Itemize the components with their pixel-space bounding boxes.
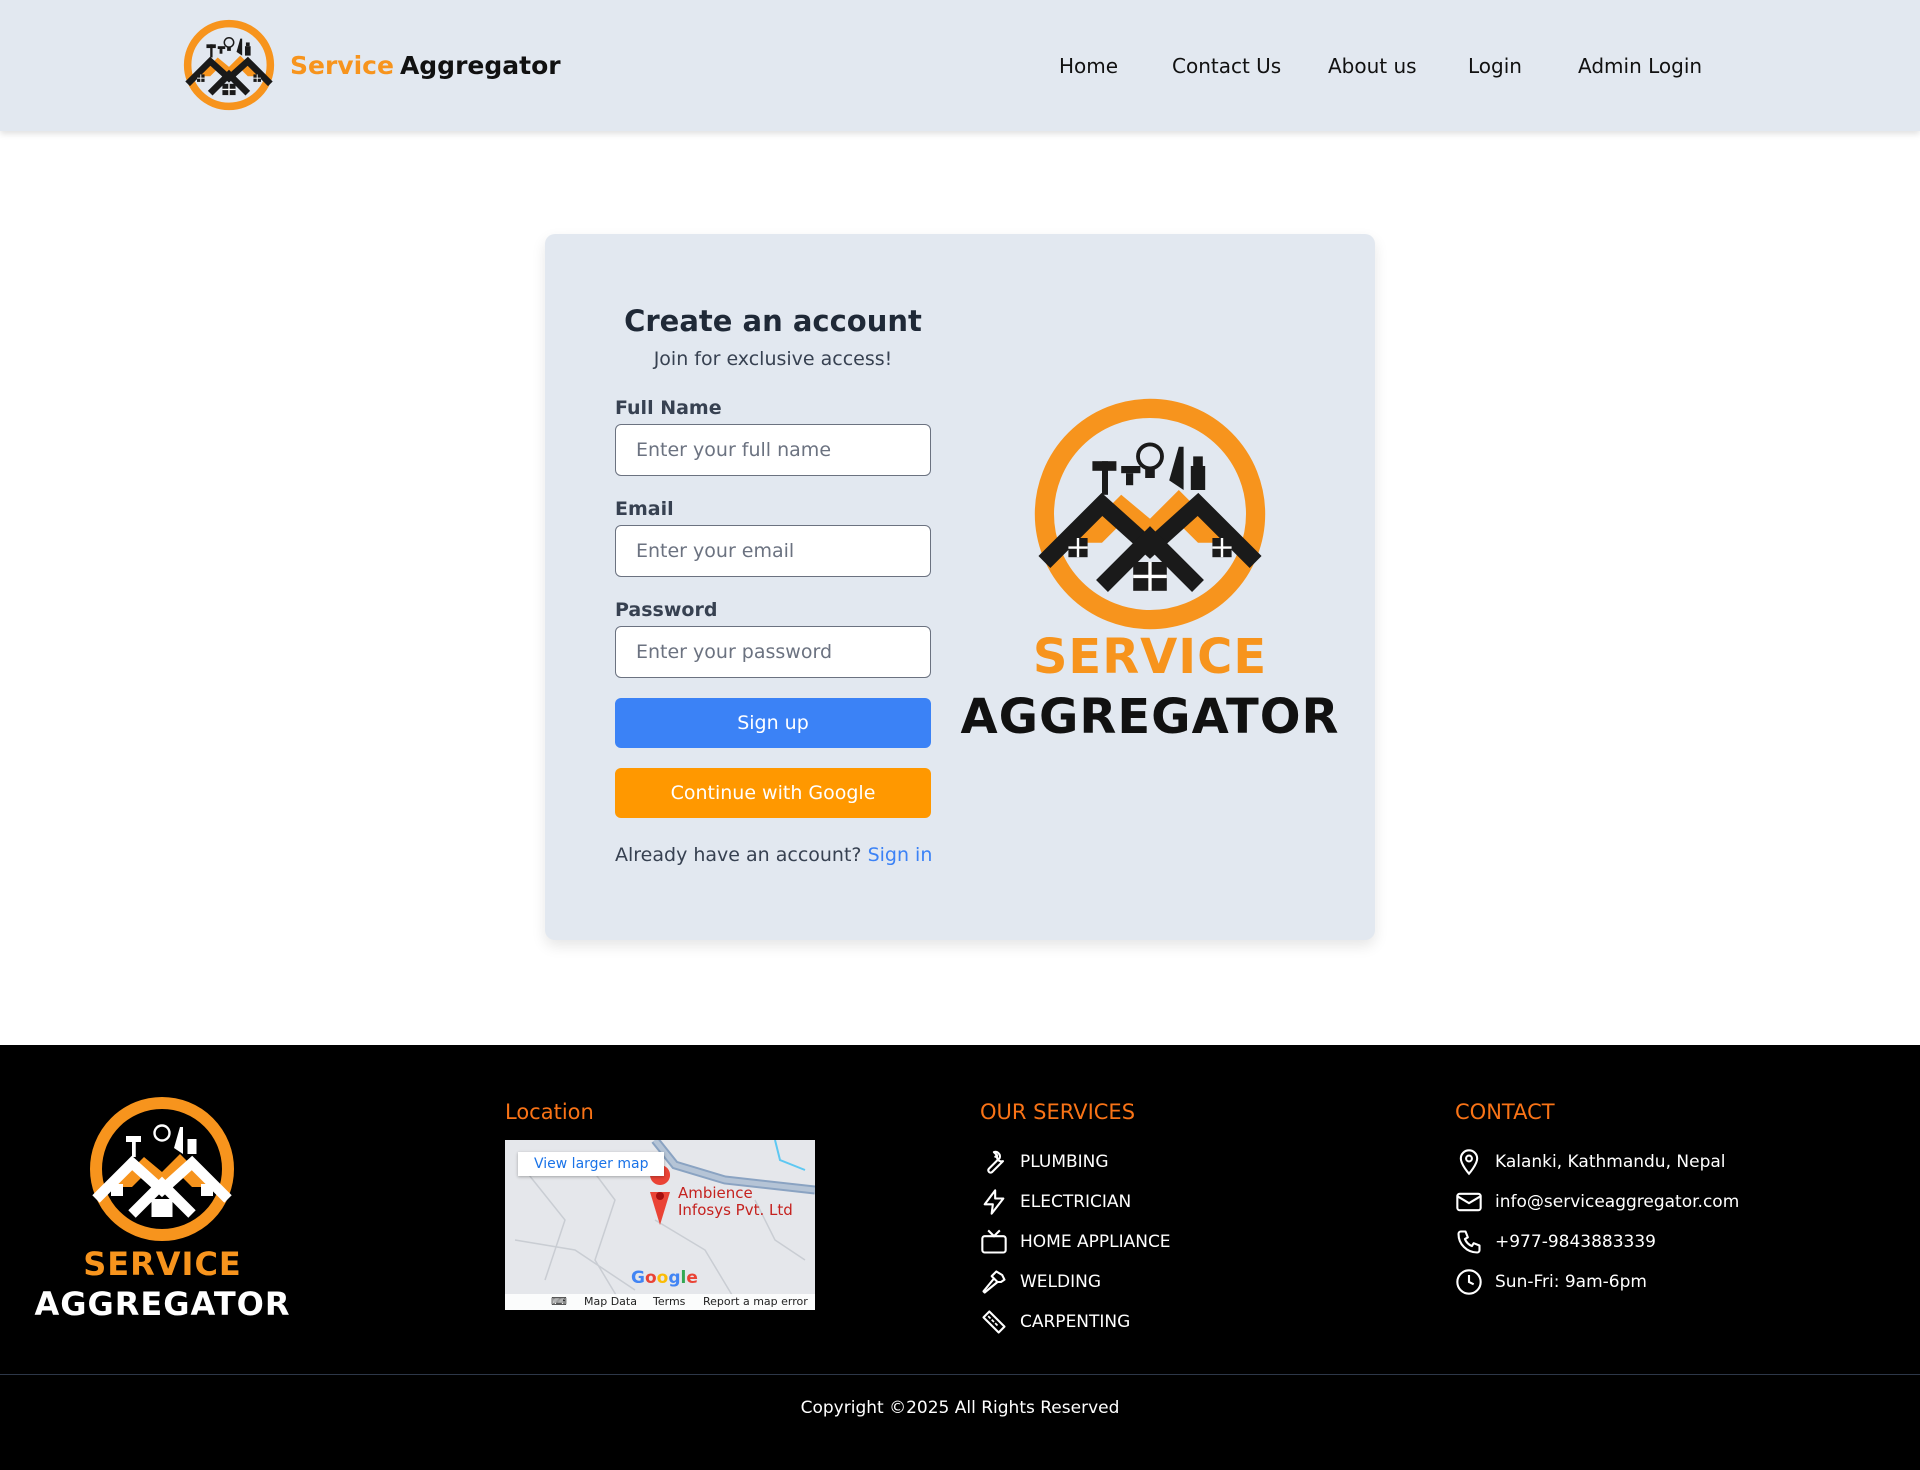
keyboard-icon[interactable]: ⌨ [551, 1295, 567, 1308]
tv-icon [981, 1229, 1007, 1254]
email-label: Email [615, 498, 674, 520]
map-data-link[interactable]: Map Data [584, 1295, 637, 1308]
service-aggregator-logo-icon [180, 18, 278, 112]
full-name-label: Full Name [615, 397, 722, 419]
footer-wordmark-service: SERVICE [83, 1245, 242, 1283]
footer-logo-icon [90, 1097, 234, 1241]
brand-name: Service Aggregator [290, 51, 561, 80]
form-title: Create an account [624, 304, 922, 338]
service-label: PLUMBING [1020, 1152, 1109, 1172]
service-label: ELECTRICIAN [1020, 1192, 1132, 1212]
already-have-account-text: Already have an account? [615, 844, 862, 866]
nav-admin-login[interactable]: Admin Login [1578, 54, 1702, 78]
clock-icon [1456, 1269, 1482, 1295]
wrench-icon [987, 1150, 1005, 1174]
services-heading: OUR SERVICES [980, 1100, 1136, 1124]
brand[interactable]: Service Aggregator [180, 18, 561, 112]
lightning-icon [983, 1189, 1005, 1215]
full-name-input[interactable] [615, 424, 931, 476]
logo-wordmark-service: SERVICE [1032, 629, 1268, 685]
map-place-line1: Ambience [678, 1184, 753, 1202]
contact-item: Kalanki, Kathmandu, Nepal [1455, 1142, 1739, 1182]
service-aggregator-logo-icon [1025, 394, 1275, 634]
nav-login[interactable]: Login [1468, 54, 1522, 78]
service-item[interactable]: PLUMBING [980, 1142, 1171, 1182]
contact-item[interactable]: +977-9843883339 [1455, 1222, 1739, 1262]
google-logo: Google [631, 1268, 698, 1288]
top-navbar: Service Aggregator Home Contact Us About … [0, 0, 1920, 131]
brand-name-part2: Aggregator [399, 50, 561, 80]
contact-hours: Sun-Fri: 9am-6pm [1495, 1272, 1647, 1292]
location-heading: Location [505, 1100, 594, 1124]
hammer-icon [982, 1270, 1006, 1294]
contact-email[interactable]: info@serviceaggregator.com [1495, 1192, 1739, 1212]
contact-address: Kalanki, Kathmandu, Nepal [1495, 1152, 1726, 1172]
email-input[interactable] [615, 525, 931, 577]
service-item[interactable]: CARPENTING [980, 1302, 1171, 1342]
phone-icon [1457, 1230, 1481, 1254]
location-map[interactable]: View larger map Ambience Infosys Pvt. Lt… [505, 1140, 815, 1310]
service-item[interactable]: HOME APPLIANCE [980, 1222, 1171, 1262]
nav-home[interactable]: Home [1059, 54, 1118, 78]
view-larger-map-link[interactable]: View larger map [518, 1152, 665, 1176]
sign-up-button[interactable]: Sign up [615, 698, 931, 748]
services-list: PLUMBING ELECTRICIAN HOME APPLIANCE WELD… [980, 1142, 1171, 1342]
copyright-text: Copyright ©2025 All Rights Reserved [800, 1398, 1120, 1418]
password-input[interactable] [615, 626, 931, 678]
service-item[interactable]: ELECTRICIAN [980, 1182, 1171, 1222]
nav-contact-us[interactable]: Contact Us [1172, 54, 1281, 78]
service-label: HOME APPLIANCE [1020, 1232, 1171, 1252]
form-subtitle: Join for exclusive access! [653, 348, 893, 370]
report-map-error-link[interactable]: Report a map error [703, 1295, 808, 1308]
continue-with-google-button[interactable]: Continue with Google [615, 768, 931, 818]
map-footer-bar: ⌨ Map Data Terms Report a map error [505, 1294, 815, 1310]
contact-item[interactable]: info@serviceaggregator.com [1455, 1182, 1739, 1222]
signup-form: Create an account Join for exclusive acc… [615, 304, 933, 866]
contact-list: Kalanki, Kathmandu, Nepal info@serviceag… [1455, 1142, 1739, 1302]
contact-phone[interactable]: +977-9843883339 [1495, 1232, 1656, 1252]
sign-in-link[interactable]: Sign in [868, 844, 933, 866]
map-terms-link[interactable]: Terms [653, 1295, 685, 1308]
signup-card: Create an account Join for exclusive acc… [545, 234, 1375, 940]
map-place-line2: Infosys Pvt. Ltd [678, 1201, 793, 1219]
contact-item: Sun-Fri: 9am-6pm [1455, 1262, 1739, 1302]
ruler-icon [982, 1310, 1006, 1334]
mail-icon [1456, 1192, 1482, 1212]
already-have-account: Already have an account? Sign in [615, 844, 933, 866]
service-item[interactable]: WELDING [980, 1262, 1171, 1302]
nav-about-us[interactable]: About us [1328, 54, 1417, 78]
location-pin-icon [1459, 1149, 1479, 1176]
service-label: WELDING [1020, 1272, 1102, 1292]
footer-divider [0, 1374, 1920, 1375]
map-place-label: Ambience Infosys Pvt. Ltd [678, 1185, 793, 1219]
footer-wordmark-aggregator: AGGREGATOR [34, 1285, 291, 1323]
password-label: Password [615, 599, 718, 621]
contact-heading: CONTACT [1455, 1100, 1555, 1124]
logo-wordmark-aggregator: AGGREGATOR [960, 689, 1340, 745]
brand-name-part1: Service [290, 50, 394, 80]
service-label: CARPENTING [1020, 1312, 1131, 1332]
